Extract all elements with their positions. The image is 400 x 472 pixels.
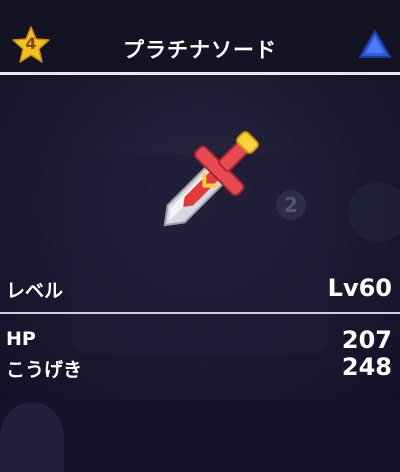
rank-number: 4 — [25, 34, 37, 53]
level-value: Lv60 — [327, 274, 392, 302]
header-divider — [0, 72, 400, 75]
item-sword-image — [140, 110, 280, 250]
blue-triangle-icon — [359, 30, 391, 58]
level-label: レベル — [6, 280, 64, 302]
menu-triangle-button[interactable] — [358, 28, 392, 60]
stats-divider — [0, 312, 400, 314]
background-character-right — [348, 182, 400, 242]
background-number-badge: 2 — [276, 190, 306, 220]
header-bar: 4 プラチナソード — [0, 0, 400, 72]
item-title: プラチナソード — [123, 38, 277, 62]
platinum-sword-icon — [163, 131, 259, 227]
background-character-left — [0, 402, 64, 472]
rank-star-badge: 4 — [12, 26, 50, 64]
attack-label: こうげき — [6, 359, 83, 381]
hp-value: 207 — [341, 326, 392, 354]
hp-label: HP — [6, 328, 36, 350]
attack-value: 248 — [341, 353, 392, 381]
